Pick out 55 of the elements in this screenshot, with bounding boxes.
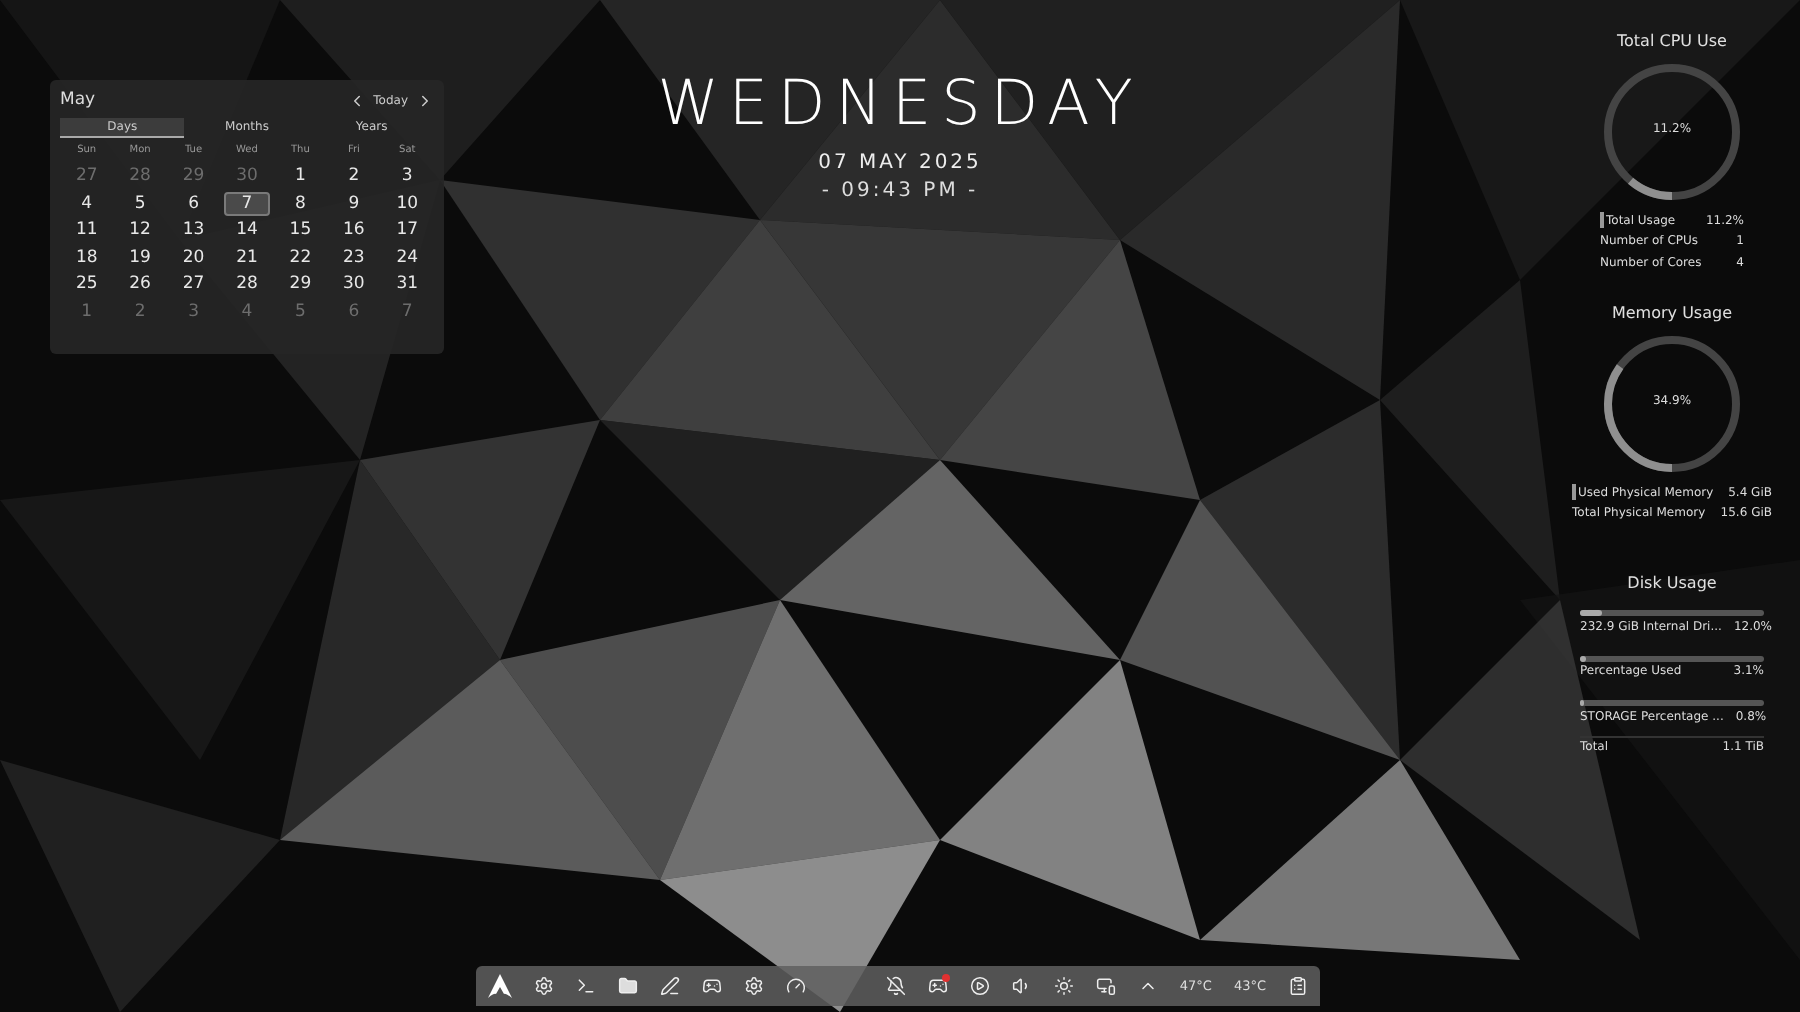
widget-title: Disk Usage [1627, 574, 1717, 592]
gauge-icon[interactable] [786, 976, 806, 996]
gamepad-icon[interactable] [927, 976, 948, 996]
calendar-day[interactable]: 16 [331, 218, 377, 243]
calendar-day[interactable]: 6 [170, 191, 217, 216]
settings-icon[interactable] [534, 976, 554, 996]
calendar-day[interactable]: 8 [277, 191, 324, 216]
calendar-day[interactable]: 24 [384, 245, 430, 270]
calendar-day[interactable]: 31 [384, 272, 430, 297]
month-title: May [60, 90, 96, 110]
ring-gauge [1600, 332, 1744, 476]
calendar-day[interactable]: 11 [64, 218, 110, 243]
calendar-day[interactable]: 4 [64, 191, 110, 216]
calendar-day[interactable]: 1 [277, 164, 324, 189]
calendar-day[interactable]: 7 [224, 191, 270, 216]
calendar-day[interactable]: 20 [170, 245, 217, 270]
next-icon[interactable] [416, 91, 434, 109]
bell-off-icon[interactable] [885, 976, 906, 996]
calendar-day[interactable]: 15 [277, 218, 324, 243]
display-icon[interactable] [1095, 976, 1116, 996]
calendar-day[interactable]: 21 [224, 245, 270, 270]
play-icon[interactable] [969, 976, 990, 996]
calendar-day[interactable]: 19 [117, 245, 163, 270]
time-text: - 09:43 PM - [821, 180, 979, 202]
pen-icon[interactable] [660, 976, 680, 996]
widget-title: Total CPU Use [1617, 32, 1727, 50]
widget-title: Memory Usage [1611, 304, 1732, 322]
calendar-day[interactable]: 23 [331, 245, 377, 270]
calendar-day[interactable]: 18 [64, 245, 110, 270]
date-text: 07 MAY 2025 [818, 152, 982, 174]
calendar-day[interactable]: 3 [384, 164, 430, 189]
calendar-day[interactable]: 26 [117, 272, 163, 297]
calendar-day[interactable]: 17 [384, 218, 430, 243]
calendar-day[interactable]: 12 [117, 218, 163, 243]
calendar-day[interactable]: 5 [117, 191, 163, 216]
calendar-day[interactable]: 9 [331, 191, 377, 216]
clipboard-icon[interactable] [1288, 976, 1308, 996]
terminal-icon[interactable] [576, 976, 596, 996]
calendar-day[interactable]: 30 [331, 272, 377, 297]
calendar-day[interactable]: 10 [384, 191, 430, 216]
calendar-day[interactable]: 27 [170, 272, 217, 297]
gamepad-icon[interactable] [702, 976, 722, 996]
calendar-day[interactable]: 13 [170, 218, 217, 243]
folder-icon[interactable] [618, 976, 638, 996]
calendar-day[interactable]: 28 [224, 272, 270, 297]
arch-logo-icon[interactable] [488, 974, 512, 998]
gear-icon[interactable] [744, 976, 764, 996]
calendar-day[interactable]: 14 [224, 218, 270, 243]
calendar-day[interactable]: 2 [331, 164, 377, 189]
calendar-day[interactable]: 29 [277, 272, 324, 297]
volume-icon[interactable] [1011, 976, 1032, 996]
weekday-title: WEDNESDAY [657, 68, 1143, 140]
calendar-day[interactable]: 25 [64, 272, 110, 297]
calendar-day[interactable]: 22 [277, 245, 324, 270]
ring-gauge [1600, 60, 1744, 204]
